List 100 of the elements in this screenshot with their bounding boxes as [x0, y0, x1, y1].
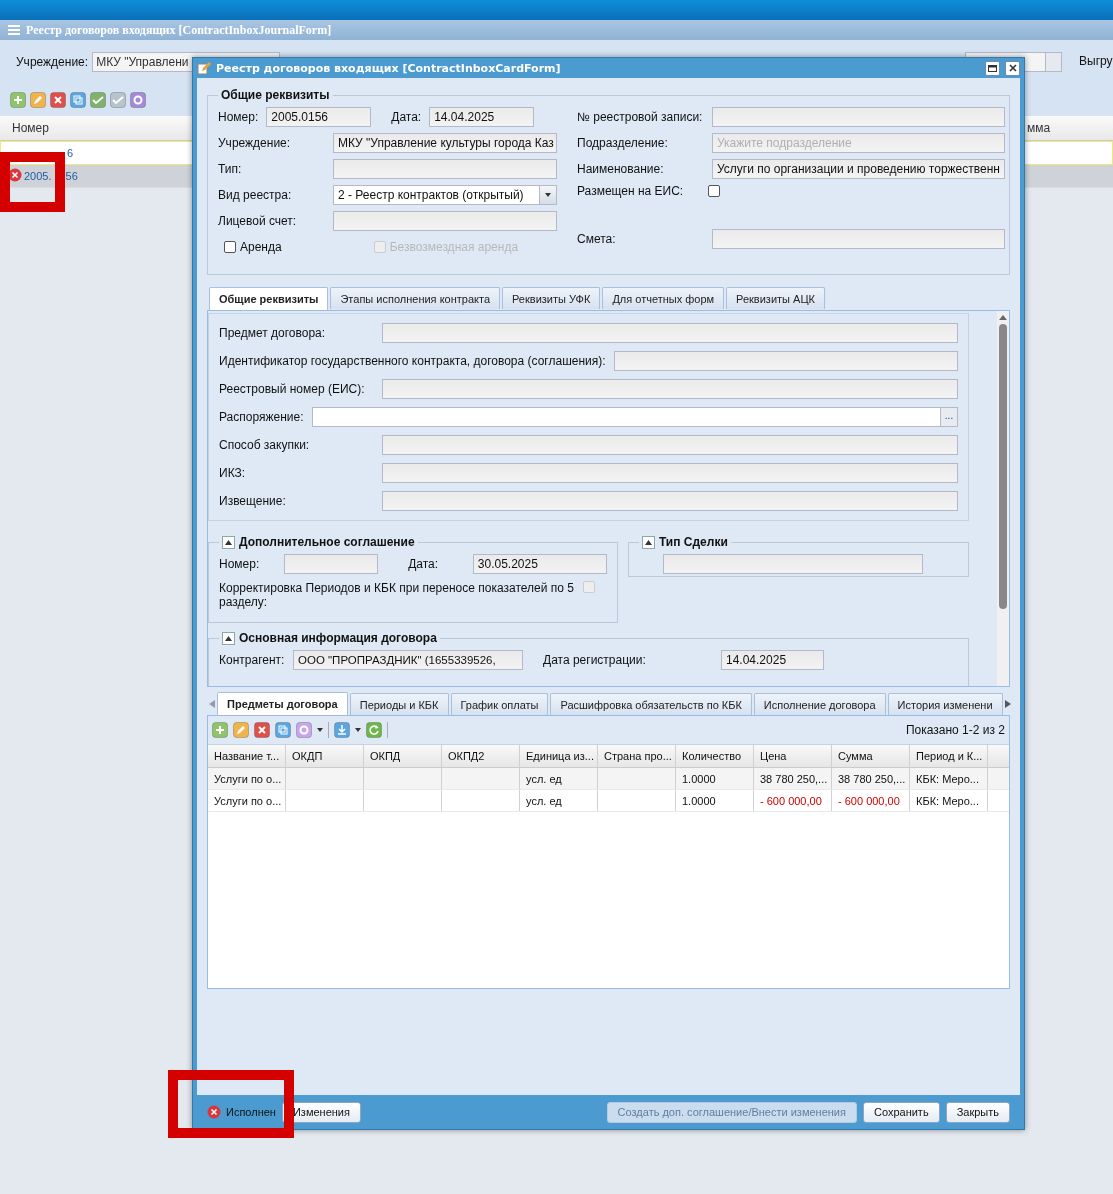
table-cell: 38 780 250,... — [754, 768, 832, 789]
collapse-toggle[interactable] — [642, 535, 655, 549]
check-icon[interactable] — [90, 92, 106, 108]
column-header[interactable]: Цена — [754, 745, 832, 767]
column-header[interactable]: Количество — [676, 745, 754, 767]
text-field[interactable]: ООО "ПРОПРАЗДНИК" (1655339526, — [293, 650, 523, 670]
text-field[interactable] — [333, 159, 557, 179]
maximize-icon[interactable] — [988, 64, 997, 72]
date-field[interactable]: 14.04.2025 — [721, 650, 824, 670]
collapse-toggle[interactable] — [222, 535, 235, 549]
collapse-arrow-icon[interactable] — [645, 539, 652, 545]
field-label: Наименование: — [577, 162, 665, 176]
field-label: Контрагент: — [219, 653, 285, 667]
column-header[interactable]: Единица из... — [520, 745, 598, 767]
caret-icon[interactable] — [355, 728, 361, 732]
text-field[interactable]: Услуги по организации и проведению торжественн — [712, 159, 1005, 179]
edit-icon[interactable] — [233, 722, 249, 738]
field-label: Идентификатор государственного контракта, договора (соглашения): — [219, 354, 606, 368]
text-field[interactable] — [382, 379, 958, 399]
refresh-icon[interactable] — [366, 722, 382, 738]
text-field[interactable] — [613, 351, 958, 371]
caret-icon[interactable] — [317, 728, 323, 732]
action-button[interactable]: Сохранить — [862, 1101, 940, 1123]
tab[interactable]: Реквизиты УФК — [502, 287, 601, 309]
field-label: Предмет договора: — [219, 326, 327, 340]
collapse-arrow-icon[interactable] — [225, 539, 232, 545]
edit-icon[interactable] — [30, 92, 46, 108]
collapse-arrow-icon[interactable] — [225, 635, 232, 641]
close-icon[interactable] — [1008, 64, 1017, 72]
tab[interactable]: Для отчетных форм — [602, 287, 725, 309]
scrollbar[interactable] — [997, 311, 1009, 686]
field-label: Дата регистрации: — [543, 653, 647, 667]
delete-icon[interactable] — [254, 722, 270, 738]
caret-icon[interactable] — [545, 193, 551, 197]
text-field[interactable] — [333, 211, 557, 231]
dropdown-field[interactable]: 2 - Реестр контрактов (открытый) — [333, 185, 540, 205]
column-header[interactable]: Период и К... — [910, 745, 988, 767]
text-field[interactable]: 2005.0156 — [266, 107, 372, 127]
browse-button[interactable]: ... — [941, 407, 958, 427]
field-label: № реестровой записи: — [577, 110, 704, 124]
tab[interactable]: Общие реквизиты — [209, 287, 329, 310]
column-header[interactable]: Сумма — [832, 745, 910, 767]
text-field[interactable]: 14.04.2025 — [429, 107, 535, 127]
checkbox-label: Размещен на ЕИС: — [577, 184, 685, 198]
check-icon[interactable] — [110, 92, 126, 108]
scroll-up-icon[interactable] — [999, 315, 1007, 320]
text-field[interactable] — [382, 435, 958, 455]
tab[interactable]: Исполнение договора — [753, 693, 886, 715]
column-header[interactable]: ОКПД2 — [442, 745, 520, 767]
gear-icon[interactable] — [130, 92, 146, 108]
copy-icon[interactable] — [275, 722, 291, 738]
tab[interactable]: Реквизиты АЦК — [726, 287, 825, 309]
dropdown-button[interactable] — [540, 185, 557, 205]
text-field[interactable] — [663, 554, 923, 574]
tab[interactable]: Расшифровка обязательств по КБК — [550, 693, 752, 715]
paging-info: Показано 1-2 из 2 — [905, 723, 1005, 737]
column-header[interactable]: ОКДП — [286, 745, 364, 767]
list-icon — [8, 25, 20, 35]
gear-icon[interactable] — [296, 722, 312, 738]
table-cell: 1.0000 — [676, 768, 754, 789]
tab[interactable]: Предметы договора — [217, 692, 348, 715]
tab[interactable]: Этапы исполнения контракта — [330, 287, 500, 309]
column-header[interactable]: ОКПД — [364, 745, 442, 767]
text-field[interactable] — [712, 107, 1005, 127]
text-field[interactable] — [382, 323, 958, 343]
filter-label: Учреждение: — [16, 55, 89, 69]
text-field[interactable]: МКУ "Управление культуры города Каз — [333, 133, 557, 153]
date-field[interactable]: 30.05.2025 — [472, 554, 607, 574]
delete-icon[interactable] — [50, 92, 66, 108]
error-icon — [207, 1105, 221, 1119]
maximize-button[interactable] — [985, 60, 1000, 76]
tab[interactable]: История изменени — [887, 693, 1003, 715]
close-button[interactable] — [1005, 60, 1020, 76]
download-icon[interactable] — [334, 722, 350, 738]
field-label: Дата: — [391, 110, 422, 124]
text-field[interactable] — [382, 463, 958, 483]
copy-icon[interactable] — [70, 92, 86, 108]
checkbox[interactable] — [224, 241, 236, 253]
table-cell: 56 — [65, 170, 78, 182]
text-field[interactable] — [382, 491, 958, 511]
text-field[interactable] — [311, 407, 941, 427]
field-label: Распоряжение: — [219, 410, 304, 424]
add-icon[interactable] — [212, 722, 228, 738]
add-icon[interactable] — [10, 92, 26, 108]
text-field[interactable] — [283, 554, 379, 574]
field-label: Лицевой счет: — [218, 214, 298, 228]
text-field[interactable] — [712, 229, 1005, 249]
column-header: Номер — [12, 121, 49, 135]
action-button[interactable]: Закрыть — [945, 1101, 1010, 1123]
field-label: Номер: — [218, 110, 259, 124]
field-label: Вид реестра: — [218, 188, 293, 202]
section-title: Основная информация договора — [239, 631, 437, 645]
tab[interactable]: График оплаты — [450, 693, 549, 715]
tab[interactable]: Периоды и КБК — [349, 693, 449, 715]
collapse-toggle[interactable] — [222, 631, 235, 645]
window-title: Реестр договоров входящих [ContractInboxJournalForm] — [26, 22, 332, 38]
field-label: Номер: — [219, 557, 261, 571]
column-header[interactable]: Название т... — [208, 745, 286, 767]
checkbox[interactable] — [708, 185, 720, 197]
column-header[interactable]: Страна про... — [598, 745, 676, 767]
